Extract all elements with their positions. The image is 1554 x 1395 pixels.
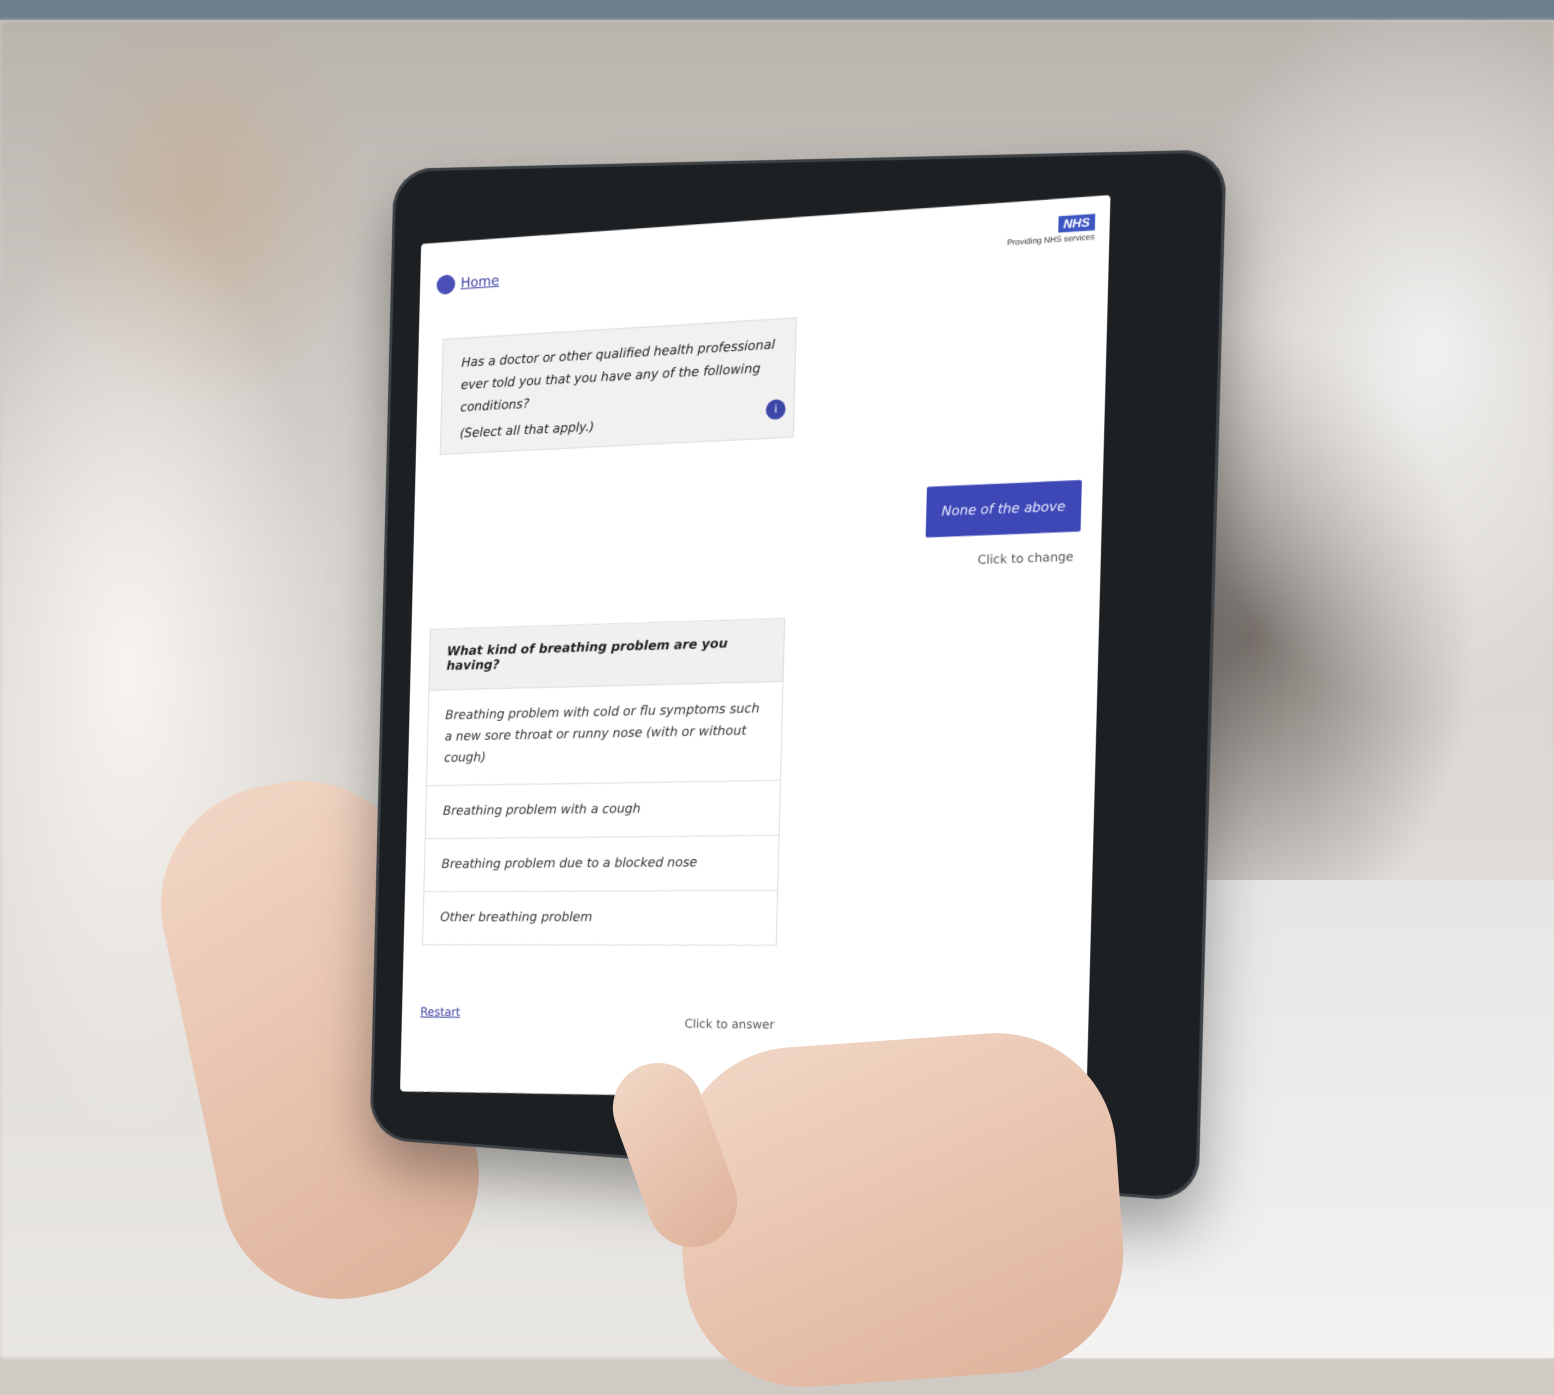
home-icon [436, 274, 456, 295]
top-strip [0, 0, 1554, 20]
nhs-branding: NHS Providing NHS services [1006, 211, 1096, 248]
nhs-tagline: Providing NHS services [1006, 232, 1095, 248]
restart-link[interactable]: Restart [420, 1005, 460, 1019]
answer-option[interactable]: Other breathing problem [423, 891, 777, 945]
answer-option[interactable]: Breathing problem with a cough [425, 780, 780, 840]
right-hand [668, 1025, 1132, 1395]
click-to-answer-hint: Click to answer [684, 1016, 775, 1032]
home-label: Home [460, 273, 500, 292]
answer-option[interactable]: Breathing problem with cold or flu sympt… [426, 681, 783, 787]
bot-question-text: Has a doctor or other qualified health p… [460, 337, 776, 416]
user-answer-bubble[interactable]: None of the above [925, 480, 1082, 538]
tablet-device: Home NHS Providing NHS services Has a do… [369, 149, 1227, 1203]
home-link[interactable]: Home [436, 271, 499, 295]
info-icon[interactable]: i [765, 398, 786, 420]
nhs-logo: NHS [1057, 213, 1096, 233]
tablet-screen: Home NHS Providing NHS services Has a do… [400, 195, 1111, 1103]
click-to-change-link[interactable]: Click to change [978, 549, 1074, 567]
app-header: Home NHS Providing NHS services [419, 195, 1110, 311]
question-title: What kind of breathing problem are you h… [429, 618, 785, 691]
bot-message: Has a doctor or other qualified health p… [439, 317, 797, 455]
question-card: What kind of breathing problem are you h… [422, 617, 786, 946]
answer-option[interactable]: Breathing problem due to a blocked nose [424, 835, 779, 893]
